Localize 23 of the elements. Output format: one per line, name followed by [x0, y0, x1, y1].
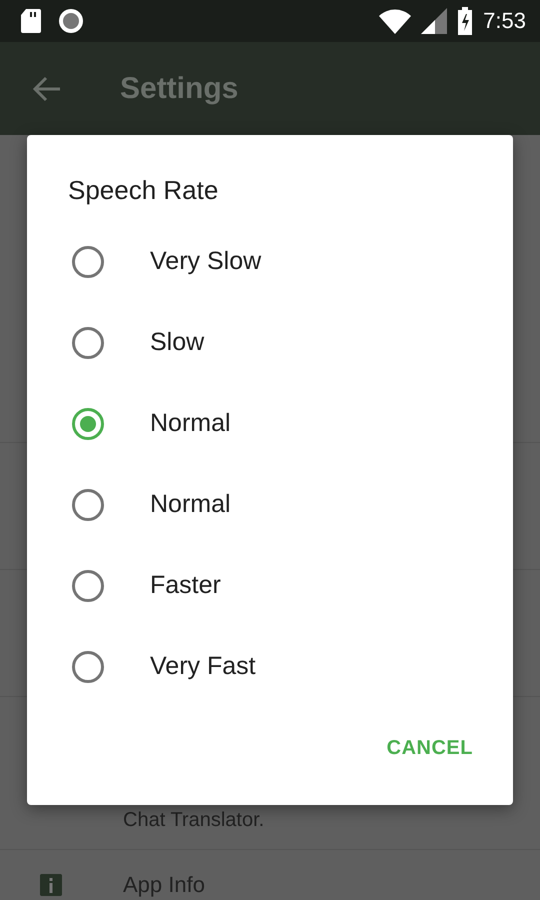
sd-card-icon	[20, 8, 42, 34]
clock-time: 7:53	[483, 8, 526, 34]
signal-icon	[421, 8, 448, 34]
radio-option[interactable]: Slow	[27, 302, 513, 383]
radio-option[interactable]: Normal	[27, 464, 513, 545]
dialog-title: Speech Rate	[68, 174, 220, 207]
radio-button[interactable]	[71, 488, 105, 522]
setting-summary: Chat Translator.	[123, 809, 264, 831]
radio-button[interactable]	[71, 326, 105, 360]
screen-title: Settings	[120, 72, 238, 106]
radio-button[interactable]	[71, 244, 105, 278]
radio-button[interactable]	[71, 568, 105, 602]
radio-button[interactable]	[71, 650, 105, 684]
info-icon	[40, 874, 62, 896]
wifi-icon	[379, 8, 412, 34]
record-icon	[58, 8, 84, 34]
radio-option[interactable]: Very Fast	[27, 626, 513, 707]
radio-option[interactable]: Very Slow	[27, 221, 513, 302]
back-arrow-icon[interactable]	[32, 76, 62, 102]
radio-option[interactable]: Normal	[27, 383, 513, 464]
radio-option[interactable]: Faster	[27, 545, 513, 626]
radio-button[interactable]	[71, 406, 105, 440]
battery-charging-icon	[457, 7, 474, 35]
